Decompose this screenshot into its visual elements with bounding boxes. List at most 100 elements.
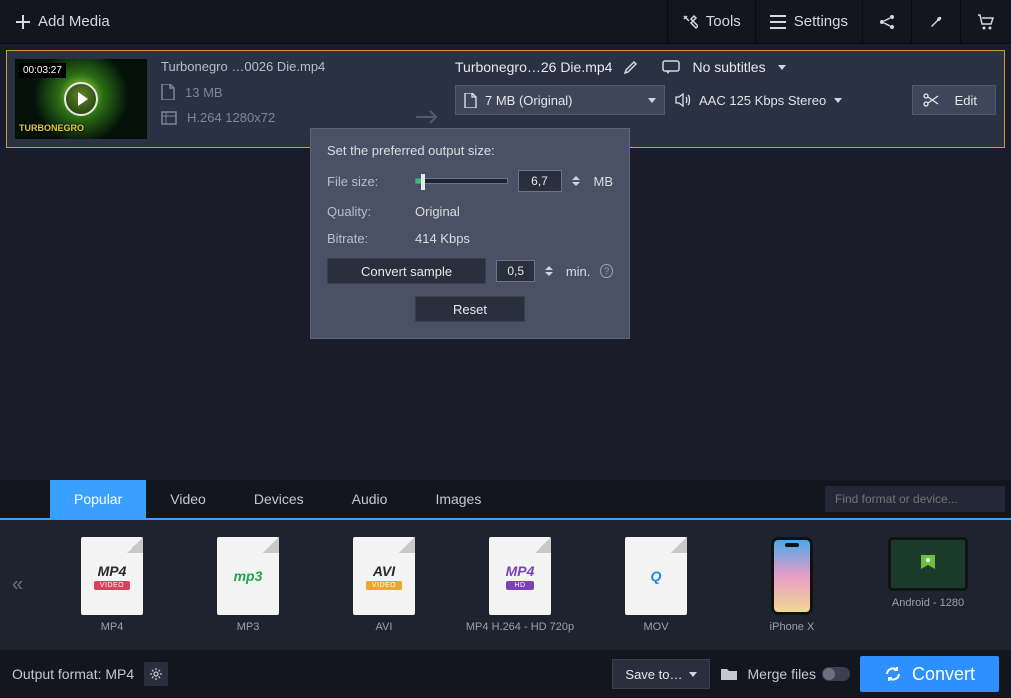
tab-devices[interactable]: Devices (230, 480, 328, 518)
source-meta: Turbonegro …0026 Die.mp4 13 MB H.264 128… (161, 59, 401, 139)
popover-title: Set the preferred output size: (327, 143, 613, 158)
filesize-row: File size: 6,7 MB (327, 170, 613, 192)
tab-video[interactable]: Video (146, 480, 230, 518)
bitrate-value: 414 Kbps (415, 231, 470, 246)
output-size-popover: Set the preferred output size: File size… (310, 128, 630, 339)
sample-row: Convert sample 0,5 min. ? (327, 258, 613, 284)
help-icon[interactable]: ? (600, 264, 613, 278)
menu-icon (770, 15, 786, 29)
chevron-down-icon (834, 98, 842, 103)
format-tile[interactable]: MP4VIDEO MP4 (44, 537, 180, 633)
convert-label: Convert (912, 664, 975, 685)
chevron-down-icon (689, 672, 697, 677)
format-tile-label: MP4 (101, 621, 124, 633)
tools-icon (682, 14, 698, 30)
resolution-icon (161, 111, 177, 125)
source-codec-line: H.264 1280x72 (161, 110, 401, 125)
thumbnail-title: TURBONEGRO (19, 123, 84, 133)
topbar: Add Media Tools Settings (0, 0, 1011, 44)
bitrate-row: Bitrate: 414 Kbps (327, 231, 613, 246)
tab-audio[interactable]: Audio (328, 480, 412, 518)
settings-button[interactable]: Settings (755, 0, 862, 43)
sample-value[interactable]: 0,5 (496, 260, 535, 282)
format-tile[interactable]: MP4HD MP4 H.264 - HD 720p (452, 537, 588, 633)
sample-unit: min. (566, 264, 591, 279)
subtitles-caret-icon[interactable] (778, 65, 786, 70)
source-size: 13 MB (185, 85, 223, 100)
edit-button[interactable]: Edit (912, 85, 996, 115)
tools-button[interactable]: Tools (667, 0, 755, 43)
format-area: Popular Video Devices Audio Images « MP4… (0, 480, 1011, 650)
save-to-button[interactable]: Save to… (612, 659, 709, 689)
audio-format-dropdown[interactable]: AAC 125 Kbps Stereo (675, 93, 842, 108)
strip-prev-button[interactable]: « (12, 574, 23, 597)
file-icon: mp3 (217, 537, 279, 615)
merge-files-toggle[interactable]: Merge files (748, 666, 850, 682)
output-top-row: Turbonegro…26 Die.mp4 No subtitles (455, 59, 996, 75)
audio-format-label: AAC 125 Kbps Stereo (699, 93, 826, 108)
quality-value: Original (415, 204, 460, 219)
format-search-input[interactable] (825, 486, 1005, 512)
format-strip: « MP4VIDEO MP4 mp3 MP3 AVIVIDEOAVI MP4HD MP4 H… (0, 520, 1011, 650)
format-tile-label: MP3 (237, 621, 260, 633)
filesize-slider[interactable] (415, 178, 508, 184)
share-icon (879, 14, 895, 30)
file-icon: Q (625, 537, 687, 615)
output-filename: Turbonegro…26 Die.mp4 (455, 59, 612, 75)
filesize-value[interactable]: 6,7 (518, 170, 562, 192)
reset-button[interactable]: Reset (415, 296, 525, 322)
folder-icon[interactable] (720, 667, 738, 681)
source-codec: H.264 1280x72 (187, 110, 275, 125)
share-button[interactable] (862, 0, 911, 43)
quality-row: Quality: Original (327, 204, 613, 219)
duration-badge: 00:03:27 (19, 63, 66, 78)
output-format-label: Output format: MP4 (12, 666, 134, 682)
format-tile[interactable]: Q MOV (588, 537, 724, 633)
gear-icon (149, 667, 163, 681)
tab-popular[interactable]: Popular (50, 480, 146, 518)
format-tile[interactable]: Android - 1280 (860, 537, 996, 633)
save-to-label: Save to… (625, 667, 682, 682)
convert-sample-button[interactable]: Convert sample (327, 258, 486, 284)
toggle-switch[interactable] (822, 667, 850, 681)
play-icon[interactable] (64, 82, 98, 116)
thumbnail[interactable]: 00:03:27 TURBONEGRO (15, 59, 147, 139)
format-tile-label: AVI (376, 621, 393, 633)
format-tile[interactable]: AVIVIDEOAVI (316, 537, 452, 633)
merge-files-label: Merge files (748, 666, 816, 682)
quality-label: Quality: (327, 204, 405, 219)
convert-button[interactable]: Convert (860, 656, 999, 692)
bitrate-label: Bitrate: (327, 231, 405, 246)
output-format-dropdown[interactable]: 7 MB (Original) (455, 85, 665, 115)
format-tile-label: Android - 1280 (892, 597, 964, 609)
file-icon: MP4HD (489, 537, 551, 615)
output-bottom-row: 7 MB (Original) AAC 125 Kbps Stereo Edit (455, 85, 996, 115)
subtitles-icon[interactable] (662, 60, 680, 74)
speaker-icon (675, 93, 691, 107)
add-media-button[interactable]: Add Media (0, 0, 126, 43)
file-icon: MP4VIDEO (81, 537, 143, 615)
format-tile[interactable]: iPhone X (724, 537, 860, 633)
filesize-spinner[interactable] (572, 176, 584, 186)
format-tile-label: MP4 H.264 - HD 720p (466, 621, 574, 633)
cart-icon (977, 14, 995, 30)
format-tile-label: MOV (643, 621, 668, 633)
output-meta: Turbonegro…26 Die.mp4 No subtitles 7 MB … (455, 59, 996, 139)
tab-images[interactable]: Images (411, 480, 505, 518)
cart-button[interactable] (960, 0, 1011, 43)
plus-icon (16, 15, 30, 29)
bottombar: Output format: MP4 Save to… Merge files … (0, 650, 1011, 698)
pencil-icon[interactable] (624, 60, 638, 74)
tools-label: Tools (706, 13, 741, 30)
chevron-down-icon (648, 98, 656, 103)
filesize-unit: MB (594, 174, 614, 189)
arrow-right-icon (416, 110, 440, 124)
refresh-icon (884, 665, 902, 683)
wrench-button[interactable] (911, 0, 960, 43)
sample-spinner[interactable] (545, 266, 556, 276)
file-icon (464, 93, 477, 108)
output-settings-button[interactable] (144, 662, 168, 686)
format-tile[interactable]: mp3 MP3 (180, 537, 316, 633)
settings-label: Settings (794, 13, 848, 30)
subtitles-label[interactable]: No subtitles (692, 59, 765, 75)
